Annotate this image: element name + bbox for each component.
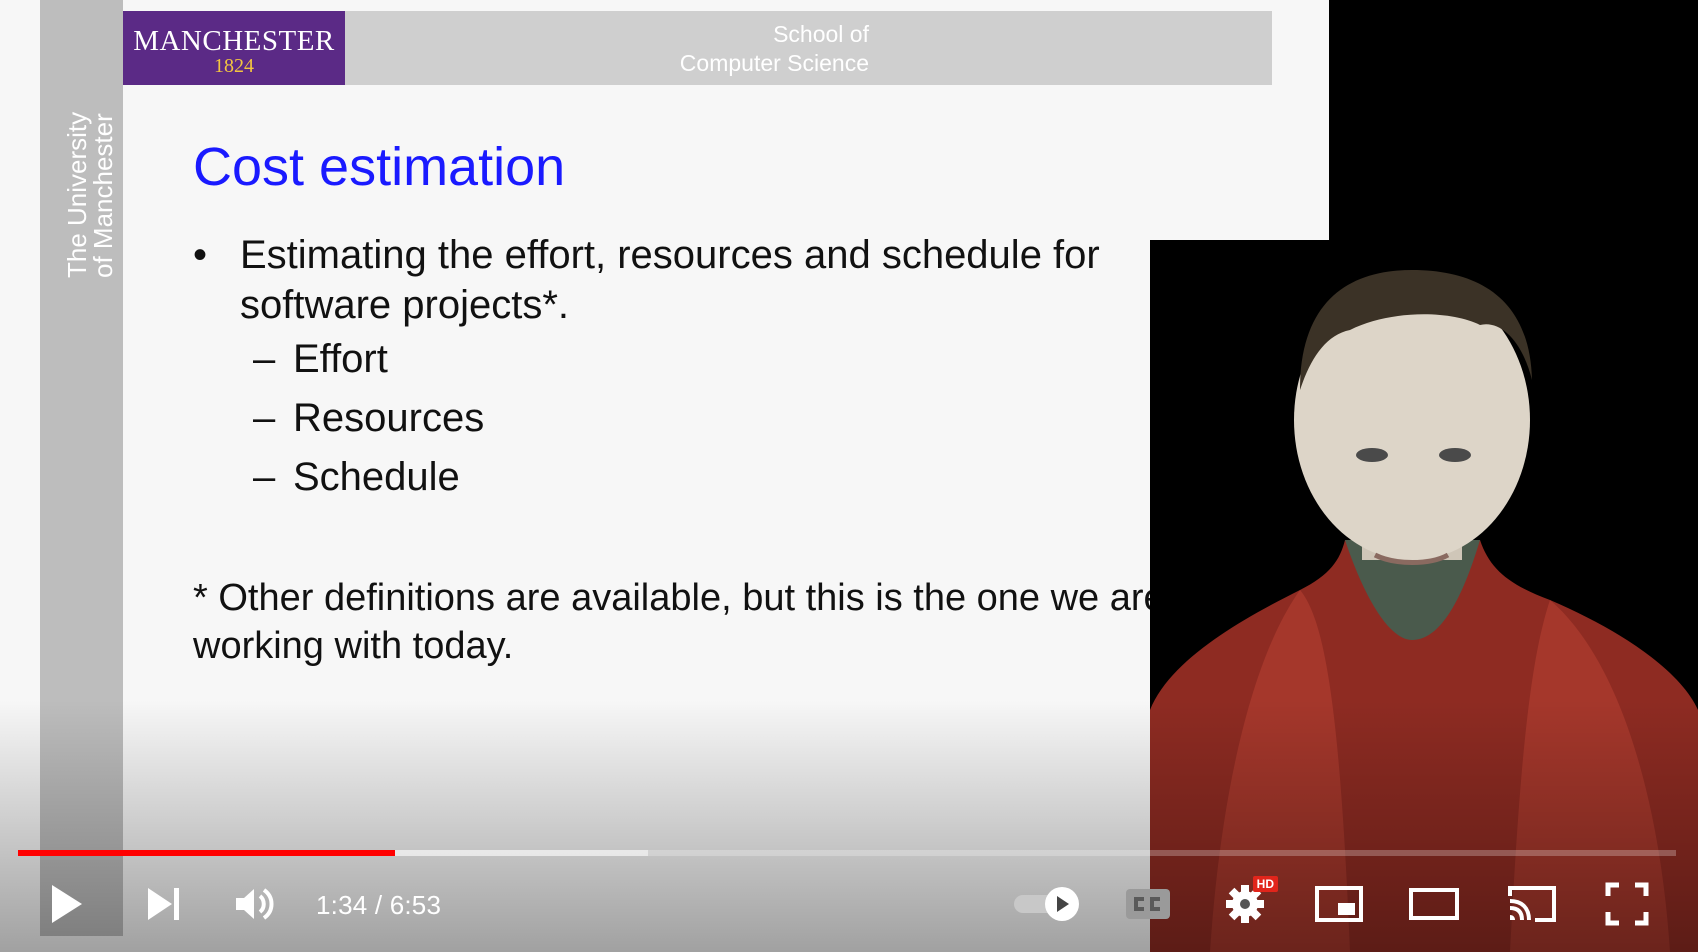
captions-button[interactable] — [1122, 868, 1174, 940]
university-vertical-label: The University of Manchester — [62, 92, 120, 282]
sub-item-text: Resources — [293, 396, 485, 440]
play-button[interactable] — [40, 868, 92, 940]
next-button[interactable] — [138, 868, 190, 940]
theater-mode-button[interactable] — [1406, 868, 1462, 940]
cc-icon — [1126, 889, 1170, 919]
hd-badge: HD — [1252, 876, 1278, 892]
autoplay-toggle-icon — [1014, 887, 1079, 921]
progress-bar[interactable] — [18, 850, 1676, 856]
logo-year: 1824 — [214, 55, 254, 77]
theater-icon — [1409, 888, 1459, 920]
school-line2: Computer Science — [679, 50, 869, 76]
settings-button[interactable]: HD — [1218, 868, 1278, 940]
slide-title: Cost estimation — [193, 137, 566, 197]
bullet-symbol: • — [193, 233, 208, 277]
player-controls: 1:34 / 6:53 HD — [0, 868, 1698, 940]
time-display: 1:34 / 6:53 — [316, 890, 441, 921]
cast-icon — [1508, 886, 1556, 922]
time-separator: / — [374, 890, 383, 920]
school-line1: School of — [773, 21, 869, 47]
volume-button[interactable] — [230, 868, 282, 940]
video-player[interactable]: The University of Manchester MANCHESTER … — [0, 0, 1698, 952]
vertical-label-line2: of Manchester — [88, 113, 118, 278]
miniplayer-button[interactable] — [1312, 868, 1366, 940]
next-icon — [148, 888, 179, 920]
duration: 6:53 — [389, 890, 442, 920]
volume-icon — [236, 888, 274, 920]
sub-dash: – — [253, 337, 276, 381]
school-label: School of Computer Science — [680, 20, 869, 78]
sub-dash: – — [253, 396, 276, 440]
sub-item-text: Effort — [293, 337, 388, 381]
current-time: 1:34 — [316, 890, 368, 920]
sub-item-text: Schedule — [293, 455, 460, 499]
progress-played — [18, 850, 396, 856]
slide-footnote: * Other definitions are available, but t… — [193, 577, 1165, 667]
autoplay-toggle[interactable] — [1008, 868, 1084, 940]
logo-name: MANCHESTER — [133, 25, 335, 57]
play-icon — [52, 885, 82, 923]
miniplayer-icon — [1315, 886, 1363, 922]
fullscreen-icon — [1605, 882, 1649, 926]
university-logo: MANCHESTER 1824 — [123, 11, 345, 85]
sub-dash: – — [253, 455, 276, 499]
bullet-text: Estimating the effort, resources and sch… — [240, 233, 1100, 327]
fullscreen-button[interactable] — [1600, 868, 1654, 940]
cast-button[interactable] — [1505, 868, 1559, 940]
